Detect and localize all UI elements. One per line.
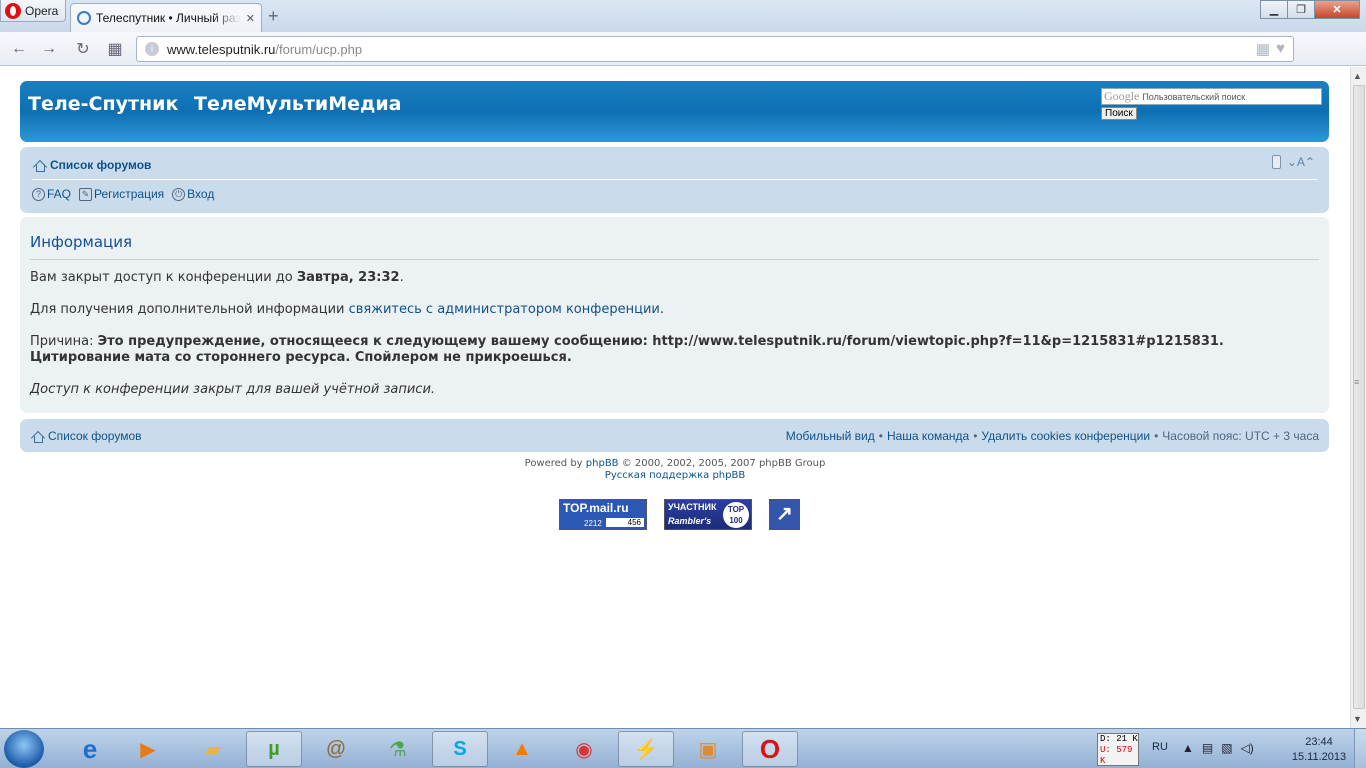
- closed-note: Доступ к конференции закрыт для вашей уч…: [30, 382, 436, 397]
- site-name-telesputnik[interactable]: Теле-Спутник: [28, 93, 178, 115]
- browser-titlebar: Opera Телеспутник • Личный раздел ✕ + ▁ …: [0, 0, 1366, 32]
- winamp-icon[interactable]: ⚡: [618, 731, 674, 767]
- language-indicator[interactable]: RU: [1152, 741, 1168, 753]
- tray-icons: ▲ ▤ ▧ ◁): [1182, 741, 1254, 755]
- opera-taskbar-icon[interactable]: O: [742, 731, 798, 767]
- network-icon[interactable]: ▤: [1202, 741, 1213, 755]
- tab-title: Телеспутник • Личный раздел: [96, 11, 241, 25]
- volume-icon[interactable]: ◁): [1241, 741, 1254, 755]
- mobile-view-link[interactable]: Мобильный вид: [786, 429, 875, 443]
- page-scrollbar[interactable]: ▲ ≡ ▼: [1350, 67, 1366, 728]
- address-bar-icons: ▦ ♥: [1256, 40, 1285, 58]
- chrome-icon[interactable]: ◉: [556, 731, 612, 767]
- ban-reason: Причина: Это предупреждение, относящееся…: [30, 334, 1224, 365]
- mailru-counter[interactable]: TOP.mail.ru 2212 456: [559, 499, 647, 530]
- login-link[interactable]: ⏻ Вход: [172, 187, 214, 201]
- ie-icon[interactable]: e: [62, 731, 118, 767]
- show-hidden-icons-icon[interactable]: ▲: [1182, 741, 1194, 755]
- delete-cookies-link[interactable]: Удалить cookies конференции: [981, 429, 1150, 443]
- footer-links: Мобильный вид • Наша команда • Удалить coo…: [785, 429, 1319, 443]
- heart-icon[interactable]: ♥: [1276, 40, 1285, 58]
- footer-panel: Список форумов Мобильный вид • Наша коман…: [20, 419, 1329, 452]
- google-logo: Google: [1104, 89, 1140, 103]
- liveinternet-counter[interactable]: ↗: [769, 499, 800, 530]
- start-button[interactable]: [4, 730, 44, 768]
- show-desktop-button[interactable]: [1354, 729, 1366, 768]
- tab-close-icon[interactable]: ✕: [246, 12, 255, 25]
- grid-icon[interactable]: ▦: [1256, 40, 1270, 58]
- page-tools: ⌄A⌃: [1271, 155, 1315, 169]
- info-title: Информация: [30, 233, 133, 251]
- app-icon[interactable]: ⚗: [370, 731, 426, 767]
- ban-message: Вам закрыт доступ к конференции до Завтр…: [30, 270, 404, 285]
- explorer-icon[interactable]: ▰: [185, 731, 241, 767]
- power-icon: ⏻: [172, 187, 186, 201]
- forward-arrow-icon[interactable]: →: [38, 38, 60, 60]
- divider: [32, 179, 1317, 180]
- contact-admin-link[interactable]: свяжитесь с администратором конференции: [349, 302, 660, 317]
- copyright: Powered by phpBB © 2000, 2002, 2005, 200…: [524, 458, 826, 481]
- opera-logo-icon: [5, 2, 21, 19]
- search-placeholder: Пользовательский поиск: [1142, 91, 1246, 102]
- window-controls: ▁ ❐ ✕: [1260, 0, 1360, 19]
- user-links: ? FAQ ✎ Регистрация ⏻ Вход: [32, 187, 214, 201]
- home-icon: [30, 429, 44, 443]
- clock[interactable]: 23:44 15.11.2013: [1286, 735, 1352, 765]
- faq-link[interactable]: ? FAQ: [32, 187, 71, 201]
- scroll-down-icon[interactable]: ▼: [1353, 714, 1362, 724]
- home-icon: [32, 158, 46, 172]
- vlc-icon[interactable]: ▲: [494, 731, 550, 767]
- breadcrumb-forum-list[interactable]: Список форумов: [50, 158, 151, 172]
- register-link[interactable]: ✎ Регистрация: [79, 187, 164, 201]
- winrar-icon[interactable]: ▣: [680, 731, 736, 767]
- footer-breadcrumb[interactable]: Список форумов: [30, 429, 142, 443]
- search-button[interactable]: Поиск: [1101, 107, 1137, 120]
- speed-dial-icon[interactable]: ▦: [104, 38, 126, 60]
- site-info-icon[interactable]: i: [145, 42, 159, 56]
- nav-panel: Список форумов ⌄A⌃ ? FAQ ✎ Регистрация ⏻ Вх…: [20, 147, 1329, 213]
- back-arrow-icon[interactable]: ←: [8, 38, 30, 60]
- minimize-button[interactable]: ▁: [1260, 0, 1287, 19]
- site-name-telemultimedia[interactable]: ТелеМультиМедиа: [194, 93, 401, 115]
- search-input[interactable]: Google Пользовательский поиск: [1101, 88, 1322, 105]
- register-icon: ✎: [79, 187, 93, 201]
- scroll-up-icon[interactable]: ▲: [1353, 71, 1362, 81]
- contact-message: Для получения дополнительной информации …: [30, 302, 665, 317]
- device-icon[interactable]: ▧: [1221, 741, 1232, 755]
- team-link[interactable]: Наша команда: [887, 429, 969, 443]
- network-meter: D: 21 K U: 579 K: [1097, 733, 1139, 766]
- divider: [30, 259, 1319, 260]
- russian-support-link[interactable]: Русская поддержка phpBB: [605, 470, 745, 481]
- windows-taskbar: e ▶ ▰ µ @ ⚗ S ▲ ◉ ⚡ ▣ O D: 21 K U: 579 K…: [0, 728, 1366, 768]
- web-page: Теле-Спутник ТелеМультиМедиа Google Поль…: [0, 67, 1350, 728]
- mobile-view-icon[interactable]: [1271, 155, 1281, 169]
- media-player-icon[interactable]: ▶: [120, 731, 176, 767]
- info-panel: Информация Вам закрыт доступ к конференц…: [20, 217, 1329, 413]
- counters: TOP.mail.ru 2212 456 УЧАСТНИК Rambler's …: [559, 499, 800, 530]
- browser-navbar: ← → ↻ ▦ i www.telesputnik.ru/forum/ucp.p…: [0, 32, 1366, 90]
- mail-agent-icon[interactable]: @: [308, 731, 364, 767]
- tab-favicon-icon: [77, 11, 91, 25]
- skype-icon[interactable]: S: [432, 731, 488, 767]
- help-icon: ?: [32, 187, 45, 201]
- phpbb-link[interactable]: phpBB: [586, 458, 619, 469]
- scroll-grip-icon: ≡: [1354, 377, 1360, 387]
- font-size-control[interactable]: ⌄A⌃: [1287, 155, 1315, 169]
- address-url: www.telesputnik.ru/forum/ucp.php: [167, 41, 363, 57]
- footer-forum-list-link[interactable]: Список форумов: [48, 429, 142, 443]
- forum-header: Теле-Спутник ТелеМультиМедиа Google Поль…: [20, 81, 1329, 142]
- rambler-counter[interactable]: УЧАСТНИК Rambler's TOP 100: [664, 499, 752, 530]
- breadcrumb[interactable]: Список форумов: [32, 158, 151, 172]
- opera-menu-button[interactable]: Opera: [0, 0, 66, 22]
- scroll-thumb[interactable]: [1353, 85, 1365, 709]
- maximize-button[interactable]: ❐: [1287, 0, 1314, 19]
- address-bar[interactable]: i www.telesputnik.ru/forum/ucp.php ▦ ♥: [136, 36, 1294, 62]
- timezone-label: Часовой пояс: UTC + 3 часа: [1162, 429, 1319, 443]
- close-window-button[interactable]: ✕: [1314, 0, 1360, 19]
- reload-icon[interactable]: ↻: [72, 38, 94, 60]
- new-tab-icon[interactable]: +: [268, 6, 279, 27]
- opera-menu-label: Opera: [25, 3, 59, 18]
- browser-tab[interactable]: Телеспутник • Личный раздел ✕: [70, 3, 262, 32]
- utorrent-icon[interactable]: µ: [246, 731, 302, 767]
